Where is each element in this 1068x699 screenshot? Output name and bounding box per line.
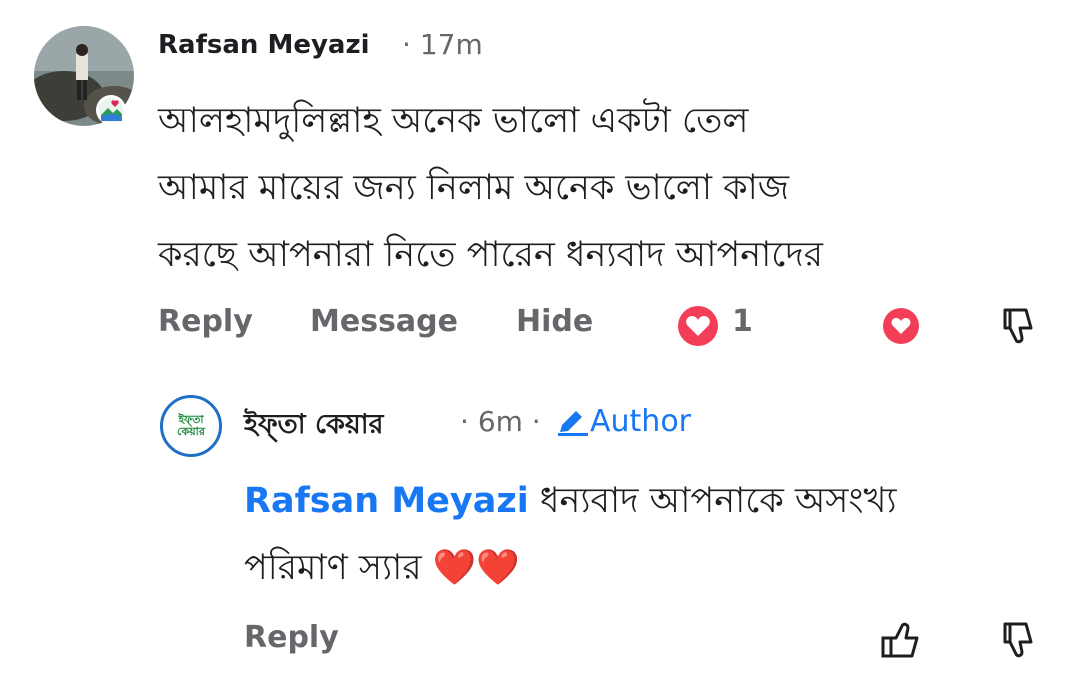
reaction-count: 1 <box>732 304 753 339</box>
comment-timestamp: 17m <box>419 28 483 61</box>
comment-author-name[interactable]: Rafsan Meyazi <box>158 30 370 60</box>
like-button[interactable] <box>880 620 920 660</box>
mention-link[interactable]: Rafsan Meyazi <box>244 481 529 521</box>
heart-reaction-icon <box>678 306 718 346</box>
thumbs-down-icon <box>1003 308 1033 344</box>
comment-time[interactable]: · 17m <box>402 28 483 61</box>
heart-badge-icon <box>99 98 123 122</box>
message-button[interactable]: Message <box>310 304 458 339</box>
thumbs-down-icon <box>1003 622 1033 658</box>
separator-dot: · <box>460 405 478 438</box>
reply-timestamp[interactable]: 6m <box>478 405 523 438</box>
dislike-button[interactable] <box>1000 306 1036 346</box>
love-react-button-icon <box>883 308 919 344</box>
separator-dot: · <box>522 405 550 438</box>
hide-button[interactable]: Hide <box>516 304 593 339</box>
reply-line-1: Rafsan Meyazi ধন্যবাদ আপনাকে অসংখ্য <box>244 468 897 535</box>
author-badge-label: Author <box>590 404 692 439</box>
page-avatar[interactable]: ইফ্তা কেয়ার <box>160 395 222 457</box>
reply-dislike-button[interactable] <box>1000 620 1036 660</box>
reply-button[interactable]: Reply <box>158 304 253 339</box>
reply-author-name[interactable]: ইফ্তা কেয়ার <box>244 404 383 449</box>
comment-line-2: আমার মায়ের জন্য নিলাম অনেক ভালো কাজ <box>158 168 790 208</box>
reply-line-2: পরিমাণ স্যার ❤️❤️ <box>244 548 520 588</box>
author-badge: Author <box>556 404 691 439</box>
reply-reply-button[interactable]: Reply <box>244 620 339 655</box>
reply-meta: · 6m · <box>460 405 550 438</box>
page-avatar-logo-text: ইফ্তা কেয়ার <box>177 413 205 438</box>
reply-line-1-text: ধন্যবাদ আপনাকে অসংখ্য <box>528 481 897 521</box>
comment-line-1: আলহামদুলিল্লাহ অনেক ভালো একটা তেল <box>158 101 749 141</box>
avatar-frame-badge <box>96 95 126 125</box>
comment-line-3: করছে আপনারা নিতে পারেন ধন্যবাদ আপনাদের <box>158 235 824 275</box>
love-react-button[interactable] <box>880 305 922 347</box>
pencil-icon <box>558 410 588 436</box>
reaction-summary[interactable] <box>677 305 719 347</box>
thumbs-up-icon <box>881 622 919 658</box>
separator-dot: · <box>402 28 420 61</box>
